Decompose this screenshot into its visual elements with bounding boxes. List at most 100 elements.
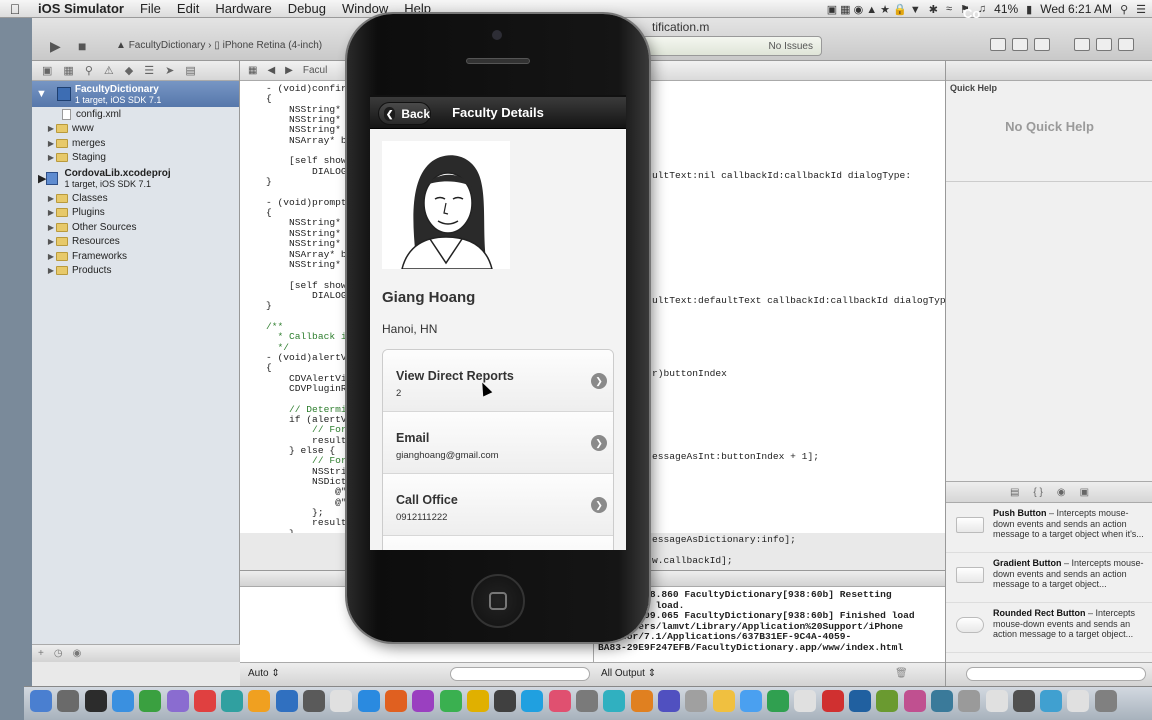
dock-app-icon[interactable] [412, 690, 435, 712]
tree-item-products[interactable]: ▶ Products [32, 264, 239, 279]
test-tab-icon[interactable]: ◆ [125, 64, 133, 77]
bluetooth-icon[interactable]: ✱ [929, 3, 938, 16]
simulator-screen[interactable]: ❮ Back Faculty Details Giang Hoang Hanoi… [370, 95, 626, 550]
dock-app-icon[interactable] [248, 690, 271, 712]
tree-item-plugins[interactable]: ▶ Plugins [32, 206, 239, 221]
dock-app-icon[interactable] [767, 690, 790, 712]
variables-filter-input[interactable] [450, 667, 590, 681]
list-item-call-office[interactable]: Call Office 0912111222 ❯ [383, 474, 613, 536]
jump-bar-file[interactable]: Facul [303, 65, 327, 76]
disclosure-icon[interactable]: ▶ [46, 139, 56, 148]
tree-item-merges[interactable]: ▶ merges [32, 136, 239, 151]
add-icon[interactable]: + [38, 648, 44, 659]
home-button[interactable] [471, 574, 525, 628]
disclosure-icon[interactable]: ▶ [46, 153, 56, 162]
tree-project-root[interactable]: ▼ FacultyDictionary 1 target, iOS SDK 7.… [32, 81, 239, 107]
dock-app-icon[interactable] [494, 690, 517, 712]
eye-icon[interactable] [298, 667, 302, 681]
dock-app-icon[interactable] [821, 690, 844, 712]
dock-app-icon[interactable] [1040, 690, 1063, 712]
tree-item-other-sources[interactable]: ▶ Other Sources [32, 220, 239, 235]
stop-icon[interactable]: ■ [78, 38, 86, 54]
toggle-debug-icon[interactable] [1096, 38, 1112, 51]
dock-app-icon[interactable] [193, 690, 216, 712]
dock-app-icon[interactable] [630, 690, 653, 712]
menu-hardware[interactable]: Hardware [207, 1, 279, 16]
disclosure-icon[interactable]: ▶ [46, 252, 56, 261]
related-items-icon[interactable]: ▦ [248, 65, 257, 76]
auto-selector[interactable]: Auto ⇕ [248, 668, 280, 679]
apple-menu-icon[interactable]:  [0, 1, 30, 17]
code-snippet-icon[interactable]: { } [1033, 487, 1042, 498]
tree-item-resources[interactable]: ▶ Resources [32, 235, 239, 250]
forward-arrow-icon[interactable]: ▶ [285, 65, 293, 76]
run-icon[interactable]: ▶ [50, 38, 61, 55]
dock-app-icon[interactable] [794, 690, 817, 712]
dock-app-icon[interactable] [384, 690, 407, 712]
log-tab-icon[interactable]: ▤ [185, 64, 195, 77]
dock-app-icon[interactable] [712, 690, 735, 712]
search-icon[interactable]: ⚲ [1120, 3, 1128, 16]
menu-debug[interactable]: Debug [280, 1, 334, 16]
disclosure-icon[interactable]: ▶ [46, 266, 56, 275]
editor-standard-icon[interactable] [990, 38, 1006, 51]
battery-level[interactable]: 41% [994, 2, 1018, 16]
dock-app-icon[interactable] [166, 690, 189, 712]
trash-icon[interactable]: 🗑 [895, 668, 908, 679]
disclosure-icon[interactable]: ▼ [36, 88, 47, 100]
dock-app-icon[interactable] [84, 690, 107, 712]
menu-file[interactable]: File [132, 1, 169, 16]
list-item-email[interactable]: Email gianghoang@gmail.com ❯ [383, 412, 613, 474]
toggle-navigator-icon[interactable] [1074, 38, 1090, 51]
disclosure-icon[interactable]: ▶ [46, 223, 56, 232]
tree-item-classes[interactable]: ▶ Classes [32, 191, 239, 206]
dock-app-label[interactable]: Co [963, 6, 980, 21]
list-item-next[interactable] [383, 536, 613, 550]
breakpoint-tab-icon[interactable]: ➤ [165, 64, 174, 77]
filter-icon[interactable]: ◉ [73, 648, 82, 659]
tree-item-staging[interactable]: ▶ Staging [32, 151, 239, 166]
dock-app-icon[interactable] [1094, 690, 1117, 712]
library-item-push-button[interactable]: Push Button – Intercepts mouse-down even… [946, 503, 1152, 553]
dock-app-icon[interactable] [849, 690, 871, 712]
menu-app-name[interactable]: iOS Simulator [30, 1, 132, 16]
dock-app-icon[interactable] [30, 690, 52, 712]
editor-assistant-icon[interactable] [1012, 38, 1028, 51]
tree-item-frameworks[interactable]: ▶ Frameworks [32, 249, 239, 264]
dock-app-icon[interactable] [576, 690, 598, 712]
dock-app-icon[interactable] [958, 690, 981, 712]
dock-app-icon[interactable] [57, 690, 80, 712]
dock-app-icon[interactable] [548, 690, 571, 712]
library-item-rounded-rect-button[interactable]: Rounded Rect Button – Intercepts mouse-d… [946, 603, 1152, 653]
disclosure-icon[interactable]: ▶ [46, 124, 56, 133]
toggle-utilities-icon[interactable] [1118, 38, 1134, 51]
dock-app-icon[interactable] [111, 690, 134, 712]
tree-item-cordovalib[interactable]: ▶ CordovaLib.xcodeproj 1 target, iOS SDK… [32, 165, 239, 191]
folder-tab-icon[interactable]: ▣ [42, 64, 52, 77]
list-item-direct-reports[interactable]: View Direct Reports 2 ❯ [383, 350, 613, 412]
list-icon[interactable]: ☰ [1136, 3, 1146, 16]
dock-app-icon[interactable] [357, 690, 380, 712]
symbol-tab-icon[interactable]: ▦ [63, 64, 73, 77]
search-tab-icon[interactable]: ⚲ [85, 64, 93, 77]
disclosure-icon[interactable]: ▶ [46, 237, 56, 246]
editor-version-icon[interactable] [1034, 38, 1050, 51]
dock-app-icon[interactable] [739, 690, 762, 712]
output-selector[interactable]: All Output ⇕ [601, 668, 656, 679]
dock-app-icon[interactable] [876, 690, 899, 712]
object-library-icon[interactable]: ◉ [1057, 487, 1066, 498]
dock-app-icon[interactable] [466, 690, 489, 712]
dock-app-icon[interactable] [275, 690, 298, 712]
dock-app-icon[interactable] [439, 690, 462, 712]
dock-app-icon[interactable] [985, 690, 1008, 712]
menu-edit[interactable]: Edit [169, 1, 207, 16]
disclosure-icon[interactable]: ▶ [46, 194, 56, 203]
tree-item-config[interactable]: config.xml [32, 107, 239, 122]
dock-app-icon[interactable] [603, 690, 626, 712]
disclosure-icon[interactable]: ▶ [38, 172, 46, 185]
back-arrow-icon[interactable]: ◀ [267, 65, 275, 76]
dock-app-icon[interactable] [657, 690, 680, 712]
library-filter-input[interactable] [966, 667, 1146, 681]
status-icons[interactable]: ▣ ▦ ◉ ▲ ★ 🔒 ▼ [827, 3, 921, 16]
dock-app-icon[interactable] [903, 690, 926, 712]
